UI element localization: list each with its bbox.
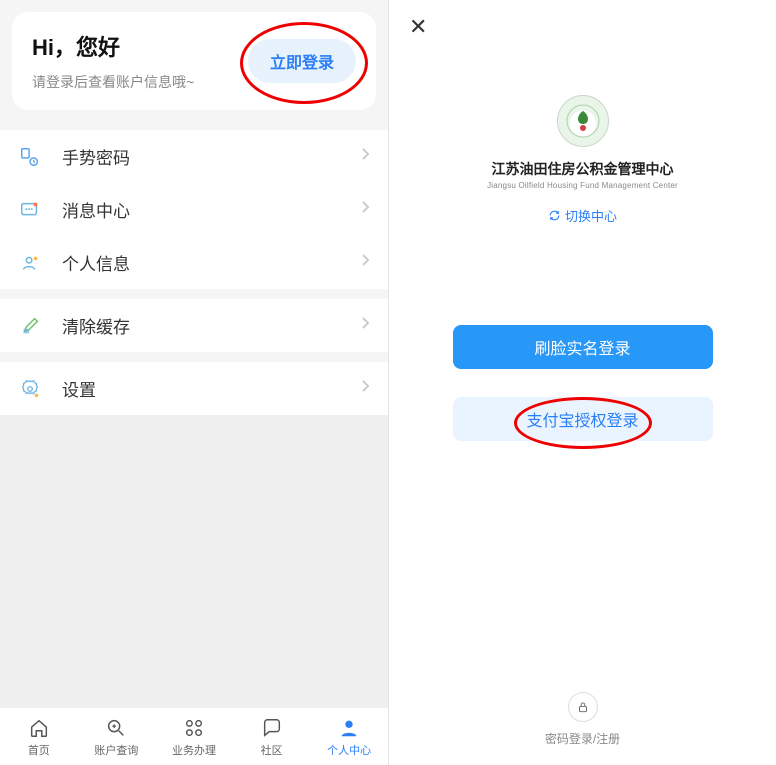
tab-community[interactable]: 社区 <box>233 708 311 765</box>
menu-item-messages[interactable]: 消息中心 <box>0 183 388 236</box>
tab-personal[interactable]: 个人中心 <box>310 708 388 765</box>
profile-icon <box>18 251 42 275</box>
tab-label: 业务办理 <box>172 742 216 758</box>
grid-icon <box>182 716 206 740</box>
chevron-right-icon <box>360 253 370 272</box>
close-icon: ✕ <box>409 14 427 39</box>
menu-label: 清除缓存 <box>62 313 360 338</box>
tab-business[interactable]: 业务办理 <box>155 708 233 765</box>
face-login-label: 刷脸实名登录 <box>534 341 630 358</box>
gesture-icon <box>18 145 42 169</box>
message-icon <box>18 198 42 222</box>
content-spacer <box>0 415 388 707</box>
tab-account[interactable]: 账户查询 <box>78 708 156 765</box>
refresh-icon <box>548 209 561 222</box>
chevron-right-icon <box>360 316 370 335</box>
menu-label: 设置 <box>62 376 360 401</box>
tab-label: 社区 <box>261 742 283 758</box>
password-login-link[interactable]: 密码登录/注册 <box>545 730 620 747</box>
tab-label: 账户查询 <box>94 742 138 758</box>
person-icon <box>337 716 361 740</box>
greeting-subtitle: 请登录后查看账户信息哦~ <box>32 72 194 92</box>
home-icon <box>27 716 51 740</box>
tab-label: 首页 <box>28 742 50 758</box>
close-button[interactable]: ✕ <box>409 16 427 38</box>
chevron-right-icon <box>360 200 370 219</box>
org-name-en: Jiangsu Oilfield Housing Fund Management… <box>487 181 678 190</box>
menu-item-settings[interactable]: 设置 <box>0 362 388 415</box>
login-button-label: 立即登录 <box>270 55 334 72</box>
menu-label: 手势密码 <box>62 144 360 169</box>
org-name-cn: 江苏油田住房公积金管理中心 <box>492 159 674 179</box>
greeting-title: Hi，您好 <box>32 30 194 62</box>
tab-bar: 首页 账户查询 业务办理 社区 个人中心 <box>0 707 388 765</box>
greeting-card: Hi，您好 请登录后查看账户信息哦~ 立即登录 <box>12 12 376 110</box>
tab-home[interactable]: 首页 <box>0 708 78 765</box>
menu-item-cache[interactable]: 清除缓存 <box>0 299 388 352</box>
menu-label: 个人信息 <box>62 250 360 275</box>
alipay-login-label: 支付宝授权登录 <box>526 413 638 430</box>
gear-icon <box>18 377 42 401</box>
search-doc-icon <box>104 716 128 740</box>
lock-icon[interactable] <box>568 692 598 722</box>
chevron-right-icon <box>360 379 370 398</box>
menu-item-gesture[interactable]: 手势密码 <box>0 130 388 183</box>
face-login-button[interactable]: 刷脸实名登录 <box>453 325 713 369</box>
chat-icon <box>260 716 284 740</box>
menu-label: 消息中心 <box>62 197 360 222</box>
org-logo-icon <box>557 95 609 147</box>
login-button[interactable]: 立即登录 <box>248 39 356 83</box>
menu-item-profile[interactable]: 个人信息 <box>0 236 388 289</box>
switch-center-link[interactable]: 切换中心 <box>548 206 617 225</box>
brush-icon <box>18 314 42 338</box>
alipay-login-button[interactable]: 支付宝授权登录 <box>453 397 713 441</box>
chevron-right-icon <box>360 147 370 166</box>
tab-label: 个人中心 <box>327 742 371 758</box>
switch-center-label: 切换中心 <box>565 206 617 225</box>
